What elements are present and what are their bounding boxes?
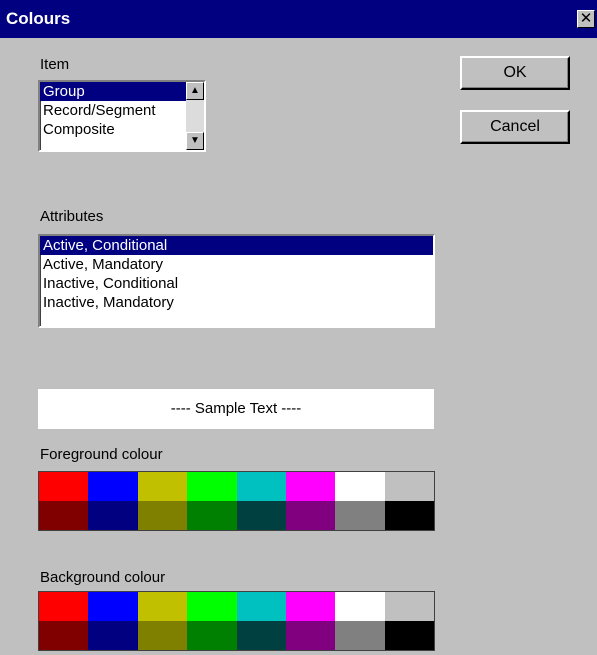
foreground-colour-swatch[interactable] bbox=[187, 501, 237, 530]
foreground-colour-swatch[interactable] bbox=[137, 472, 188, 501]
background-colour-swatch[interactable] bbox=[335, 621, 385, 650]
background-colour-swatch[interactable] bbox=[88, 592, 138, 621]
foreground-colour-swatch[interactable] bbox=[187, 472, 237, 501]
background-colour-swatch[interactable] bbox=[137, 592, 188, 621]
attribute-option-active-mandatory[interactable]: Active, Mandatory bbox=[40, 255, 433, 274]
scroll-down-icon: ▼ bbox=[190, 135, 200, 146]
background-colour-swatch[interactable] bbox=[39, 592, 89, 621]
foreground-colour-swatch[interactable] bbox=[285, 472, 336, 501]
attribute-option-inactive-conditional[interactable]: Inactive, Conditional bbox=[40, 274, 433, 293]
foreground-colour-swatch[interactable] bbox=[335, 472, 385, 501]
background-colour-swatch[interactable] bbox=[88, 621, 138, 650]
colours-dialog: Colours ✕ Item Group Record/Segment Comp… bbox=[0, 0, 597, 655]
background-colour-swatch[interactable] bbox=[187, 621, 237, 650]
foreground-colour-swatch[interactable] bbox=[88, 472, 138, 501]
foreground-colour-swatch[interactable] bbox=[236, 501, 286, 530]
item-option-composite[interactable]: Composite bbox=[40, 120, 186, 139]
close-button[interactable]: ✕ bbox=[577, 10, 595, 28]
foreground-colour-swatch[interactable] bbox=[335, 501, 385, 530]
foreground-colour-swatch[interactable] bbox=[39, 472, 89, 501]
background-colour-swatch[interactable] bbox=[137, 621, 188, 650]
title-bar: Colours ✕ bbox=[0, 0, 597, 38]
sample-text-preview: ---- Sample Text ---- bbox=[38, 389, 434, 429]
ok-button[interactable]: OK bbox=[460, 56, 570, 90]
item-option-record-segment[interactable]: Record/Segment bbox=[40, 101, 186, 120]
foreground-colour-swatch[interactable] bbox=[384, 501, 434, 530]
cancel-button[interactable]: Cancel bbox=[460, 110, 570, 144]
background-colour-swatch[interactable] bbox=[335, 592, 385, 621]
background-colour-swatch[interactable] bbox=[285, 592, 336, 621]
foreground-colour-label: Foreground colour bbox=[40, 446, 163, 463]
foreground-colour-swatch[interactable] bbox=[285, 501, 336, 530]
close-icon: ✕ bbox=[579, 10, 593, 27]
attributes-label: Attributes bbox=[40, 208, 104, 225]
foreground-colour-swatch[interactable] bbox=[39, 501, 89, 530]
scroll-down-button[interactable]: ▼ bbox=[186, 132, 204, 150]
attribute-option-inactive-mandatory[interactable]: Inactive, Mandatory bbox=[40, 293, 433, 312]
window-title: Colours bbox=[6, 9, 71, 28]
background-colour-swatch[interactable] bbox=[187, 592, 237, 621]
background-colour-palette[interactable] bbox=[38, 591, 435, 651]
foreground-colour-palette[interactable] bbox=[38, 471, 435, 531]
scroll-up-button[interactable]: ▲ bbox=[186, 82, 204, 100]
attributes-listbox[interactable]: Active, Conditional Active, Mandatory In… bbox=[38, 234, 435, 328]
item-scrollbar[interactable]: ▲ ▼ bbox=[186, 82, 204, 150]
item-listbox[interactable]: Group Record/Segment Composite ▲ ▼ bbox=[38, 80, 206, 152]
item-label: Item bbox=[40, 56, 70, 73]
foreground-colour-swatch[interactable] bbox=[137, 501, 188, 530]
scroll-up-icon: ▲ bbox=[190, 85, 200, 96]
background-colour-swatch[interactable] bbox=[384, 621, 434, 650]
attribute-option-active-conditional[interactable]: Active, Conditional bbox=[40, 236, 433, 255]
background-colour-swatch[interactable] bbox=[384, 592, 434, 621]
foreground-colour-swatch[interactable] bbox=[384, 472, 434, 501]
background-colour-label: Background colour bbox=[40, 569, 166, 586]
background-colour-swatch[interactable] bbox=[285, 621, 336, 650]
foreground-colour-swatch[interactable] bbox=[236, 472, 286, 501]
background-colour-swatch[interactable] bbox=[236, 621, 286, 650]
background-colour-swatch[interactable] bbox=[39, 621, 89, 650]
foreground-colour-swatch[interactable] bbox=[88, 501, 138, 530]
item-option-group[interactable]: Group bbox=[40, 82, 186, 101]
background-colour-swatch[interactable] bbox=[236, 592, 286, 621]
